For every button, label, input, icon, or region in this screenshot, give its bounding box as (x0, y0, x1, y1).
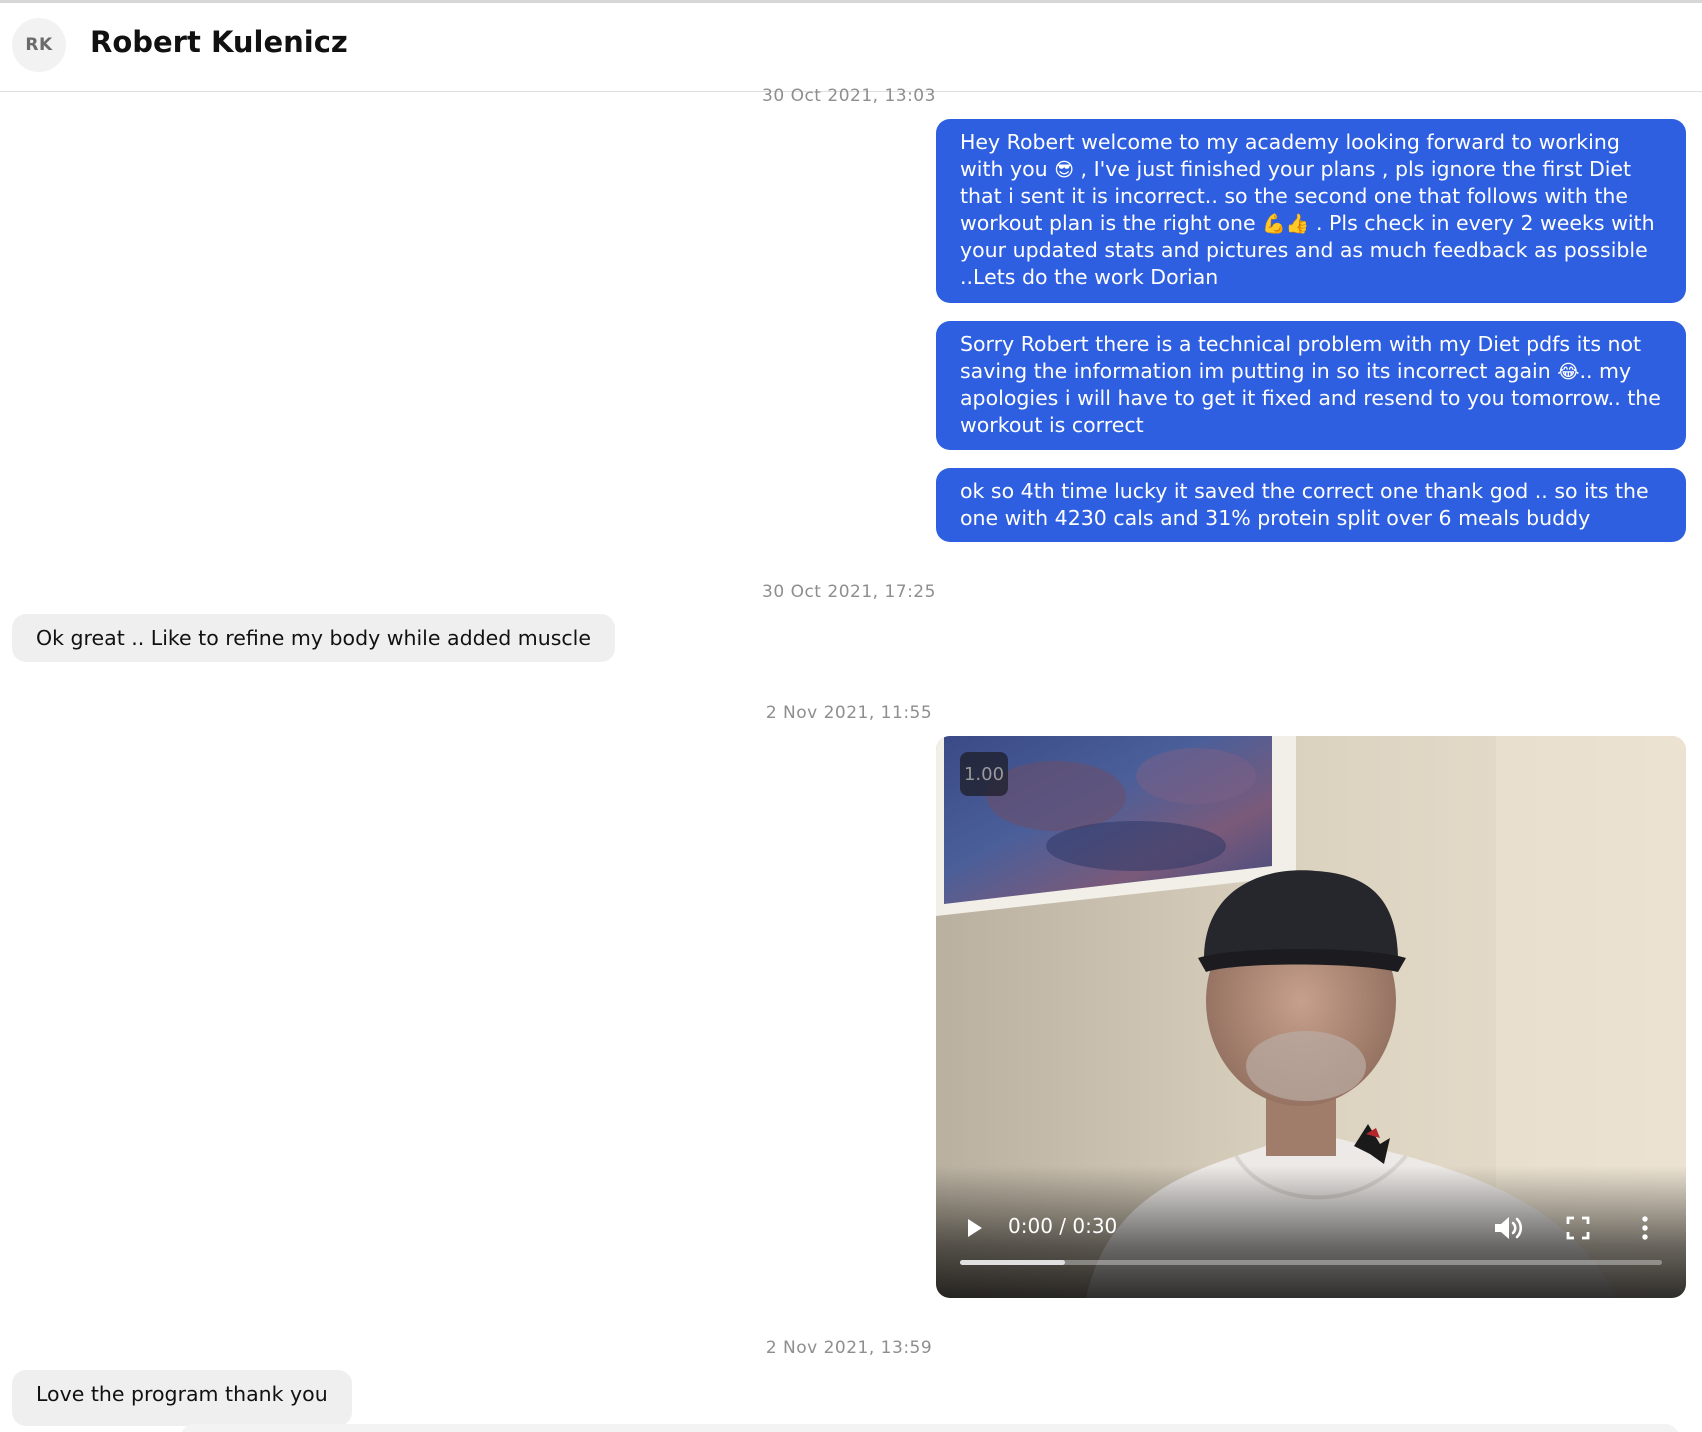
message-timestamp: 2 Nov 2021, 11:55 (765, 703, 933, 723)
video-time: 0:00 / 0:30 (1008, 1214, 1118, 1238)
message-timestamp: 30 Oct 2021, 13:03 (762, 86, 936, 106)
outgoing-message[interactable]: ok so 4th time lucky it saved the correc… (936, 468, 1686, 542)
chat-page: RK Robert Kulenicz 30 Oct 2021, 13:03 He… (0, 0, 1702, 1432)
video-progress-bar[interactable] (960, 1260, 1662, 1265)
fullscreen-icon[interactable] (1566, 1216, 1590, 1240)
contact-name: Robert Kulenicz (90, 25, 348, 59)
playback-speed-badge[interactable]: 1.00 (960, 752, 1008, 796)
video-player[interactable]: 1.00 0:00 / 0:30 (936, 736, 1686, 1298)
message-timestamp: 2 Nov 2021, 13:59 (765, 1338, 933, 1358)
message-text: Sorry Robert there is a technical proble… (960, 332, 1642, 383)
video-buffered-fill (960, 1260, 1066, 1265)
message-text: Love the program thank you (36, 1382, 328, 1406)
incoming-message[interactable]: Ok great .. Like to refine my body while… (12, 614, 615, 662)
muscle-thumbsup-emoji-icon: 💪👍 (1262, 213, 1310, 235)
message-timestamp: 30 Oct 2021, 17:25 (762, 582, 936, 602)
incoming-message[interactable]: Love the program thank you (12, 1370, 352, 1426)
chat-header: RK Robert Kulenicz (0, 3, 1702, 92)
sunglasses-emoji-icon: 😎 (1054, 159, 1075, 181)
message-text: ok so 4th time lucky it saved the correc… (960, 479, 1649, 530)
play-icon[interactable] (962, 1216, 986, 1240)
outgoing-message[interactable]: Sorry Robert there is a technical proble… (936, 321, 1686, 450)
outgoing-message[interactable]: Hey Robert welcome to my academy looking… (936, 119, 1686, 303)
avatar[interactable]: RK (12, 18, 66, 72)
message-input-edge[interactable] (180, 1424, 1680, 1432)
laughing-emoji-icon: 😂 (1557, 361, 1580, 383)
more-vert-icon[interactable] (1636, 1214, 1654, 1242)
volume-icon[interactable] (1492, 1214, 1524, 1242)
message-text: Ok great .. Like to refine my body while… (36, 626, 591, 650)
